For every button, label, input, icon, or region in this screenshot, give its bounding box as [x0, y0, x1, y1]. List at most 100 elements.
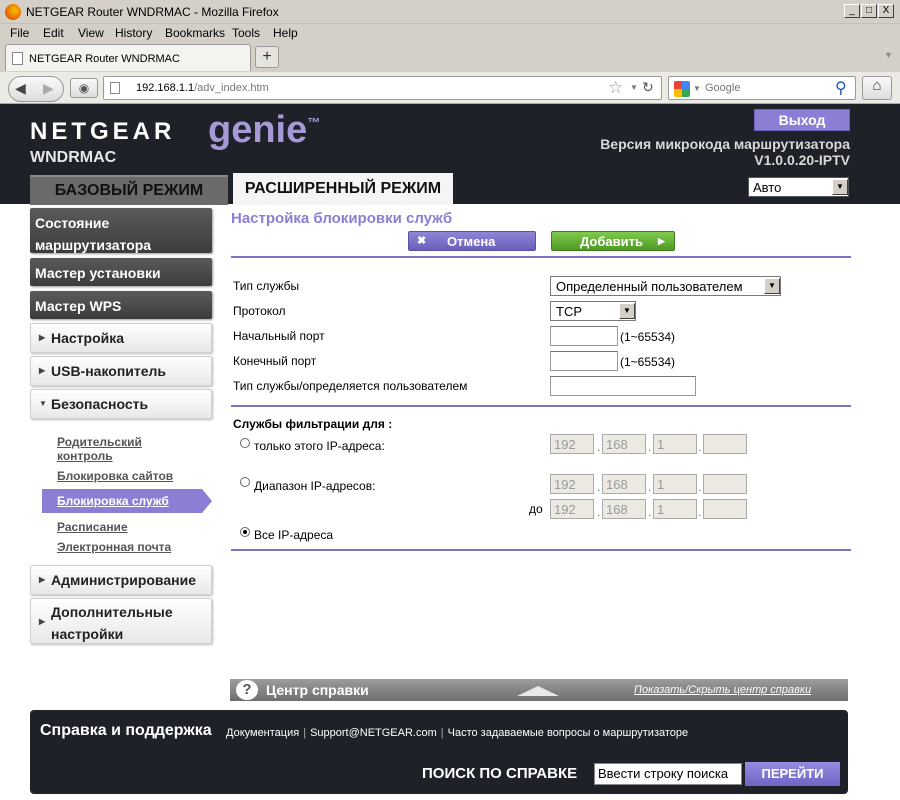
search-icon[interactable]: ⚲: [835, 78, 847, 98]
end-port-label: Конечный порт: [233, 354, 317, 368]
sidebar-item-wps-wizard[interactable]: Мастер WPS: [30, 291, 212, 319]
sidebar-item-security[interactable]: ▼ Безопасность: [30, 389, 212, 419]
firmware-version: V1.0.0.20-IPTV: [754, 152, 850, 168]
go-button[interactable]: ПЕРЕЙТИ: [745, 762, 840, 786]
url-bar[interactable]: 192.168.1.1/adv_index.htm ☆ ▼ ↻: [103, 76, 662, 100]
service-type-select[interactable]: Определенный пользователем ▼: [550, 276, 781, 296]
help-search-input[interactable]: Ввести строку поиска: [594, 763, 742, 785]
ip-dot: .: [648, 480, 652, 494]
google-icon: [674, 81, 690, 97]
page-icon: [110, 82, 120, 94]
sidebar-item-setup-wizard[interactable]: Мастер установки: [30, 258, 212, 286]
range-to-octet-3[interactable]: 1: [653, 499, 697, 519]
home-icon[interactable]: ⌂: [862, 76, 892, 100]
end-port-input[interactable]: [550, 351, 618, 371]
protocol-select[interactable]: TCP ▼: [550, 301, 636, 321]
page-title: Настройка блокировки служб: [231, 210, 453, 227]
radio-only-this-ip[interactable]: [240, 438, 250, 448]
menu-edit[interactable]: Edit: [43, 26, 64, 40]
netgear-logo: NETGEAR: [30, 118, 176, 145]
minimize-button[interactable]: _: [844, 4, 860, 18]
start-port-input[interactable]: [550, 326, 618, 346]
range-from-octet-4[interactable]: [703, 474, 747, 494]
sidebar-item-label: Администрирование: [51, 572, 196, 588]
cancel-button[interactable]: ✖ Отмена: [408, 231, 536, 251]
sidebar-item-administration[interactable]: ▶ Администрирование: [30, 565, 212, 595]
ip-dot: .: [648, 505, 652, 519]
menu-help[interactable]: Help: [273, 26, 298, 40]
language-value: Авто: [753, 180, 782, 195]
ip-octet-1[interactable]: 192: [550, 434, 594, 454]
search-placeholder: Google: [705, 82, 741, 94]
link-faq[interactable]: Часто задаваемые вопросы о маршрутизатор…: [448, 727, 689, 739]
help-icon[interactable]: ?: [236, 680, 258, 700]
close-button[interactable]: X: [878, 4, 894, 18]
divider: [231, 256, 851, 258]
genie-logo: genie™: [208, 109, 321, 151]
toggle-help-link[interactable]: Показать/Скрыть центр справки: [634, 684, 811, 696]
filter-heading: Службы фильтрации для :: [233, 417, 393, 431]
menu-tools[interactable]: Tools: [232, 26, 260, 40]
window-titlebar: NETGEAR Router WNDRMAC - Mozilla Firefox…: [0, 0, 900, 24]
maximize-button[interactable]: □: [861, 4, 877, 18]
sidebar-item-label: Настройка: [51, 330, 125, 346]
ip-octet-4[interactable]: [703, 434, 747, 454]
browser-tab-title: NETGEAR Router WNDRMAC: [29, 53, 180, 65]
reload-icon[interactable]: ↻: [642, 79, 654, 96]
range-from-octet-1[interactable]: 192: [550, 474, 594, 494]
arrow-right-icon: ▶: [658, 236, 665, 246]
triangle-down-icon: ▼: [39, 399, 47, 408]
radio-all-ip[interactable]: [240, 527, 250, 537]
link-support-email[interactable]: Support@NETGEAR.com: [310, 727, 437, 739]
ip-octet-3[interactable]: 1: [653, 434, 697, 454]
browser-tab[interactable]: NETGEAR Router WNDRMAC: [5, 44, 251, 71]
sidebar-item-setup[interactable]: ▶ Настройка: [30, 323, 212, 353]
menu-file[interactable]: File: [10, 26, 29, 40]
tab-list-chevron-icon[interactable]: ▼: [884, 50, 893, 60]
sidebar-item-usb-storage[interactable]: ▶ USB-накопитель: [30, 356, 212, 386]
sidebar-sub-schedule[interactable]: Расписание: [57, 520, 128, 534]
user-defined-service-input[interactable]: [550, 376, 696, 396]
range-from-octet-3[interactable]: 1: [653, 474, 697, 494]
window-title: NETGEAR Router WNDRMAC - Mozilla Firefox: [26, 5, 279, 19]
sidebar-item-router-status[interactable]: Состояние маршрутизатора: [30, 208, 212, 253]
sidebar-sub-parental-control[interactable]: Родительский контроль: [57, 435, 157, 463]
search-box[interactable]: ▼ Google ⚲: [668, 76, 856, 100]
back-arrow-icon[interactable]: ◀: [15, 80, 26, 97]
end-port-hint: (1~65534): [620, 355, 676, 369]
ip-octet-2[interactable]: 168: [602, 434, 646, 454]
language-select[interactable]: Авто ▼: [748, 177, 849, 197]
site-identity-icon[interactable]: ◉: [70, 78, 98, 98]
url-text: 192.168.1.1/adv_index.htm: [136, 82, 269, 94]
sidebar-sub-block-services[interactable]: Блокировка служб: [42, 489, 202, 513]
ip-dot: .: [648, 440, 652, 454]
help-search-label: ПОИСК ПО СПРАВКЕ: [422, 765, 578, 782]
start-port-label: Начальный порт: [233, 329, 325, 343]
add-button[interactable]: Добавить ▶: [551, 231, 675, 251]
sidebar-item-advanced-setup[interactable]: ▶ Дополнительные настройки: [30, 598, 212, 644]
range-from-octet-2[interactable]: 168: [602, 474, 646, 494]
user-defined-service-label: Тип службы/определяется пользователем: [233, 379, 468, 393]
triangle-right-icon: ▶: [39, 333, 46, 342]
tab-basic-mode[interactable]: БАЗОВЫЙ РЕЖИМ: [30, 175, 228, 205]
search-engine-dropdown-icon[interactable]: ▼: [693, 84, 701, 93]
tab-advanced-mode[interactable]: РАСШИРЕННЫЙ РЕЖИМ: [233, 173, 453, 205]
menu-history[interactable]: History: [115, 26, 152, 40]
menu-view[interactable]: View: [78, 26, 104, 40]
range-to-octet-4[interactable]: [703, 499, 747, 519]
chevron-down-icon: ▼: [764, 278, 780, 294]
sidebar-sub-email[interactable]: Электронная почта: [57, 540, 171, 554]
history-dropdown-icon[interactable]: ▼: [630, 83, 638, 92]
active-pointer: [202, 489, 212, 513]
expand-up-icon[interactable]: [517, 686, 559, 696]
range-to-octet-2[interactable]: 168: [602, 499, 646, 519]
link-documentation[interactable]: Документация: [226, 727, 299, 739]
logout-button[interactable]: Выход: [754, 109, 850, 131]
forward-arrow-icon[interactable]: ▶: [43, 80, 54, 97]
radio-ip-range[interactable]: [240, 477, 250, 487]
range-to-octet-1[interactable]: 192: [550, 499, 594, 519]
menu-bookmarks[interactable]: Bookmarks: [165, 26, 225, 40]
bookmark-star-icon[interactable]: ☆: [608, 78, 623, 98]
sidebar-sub-block-sites[interactable]: Блокировка сайтов: [57, 469, 173, 483]
new-tab-button[interactable]: +: [255, 46, 279, 68]
